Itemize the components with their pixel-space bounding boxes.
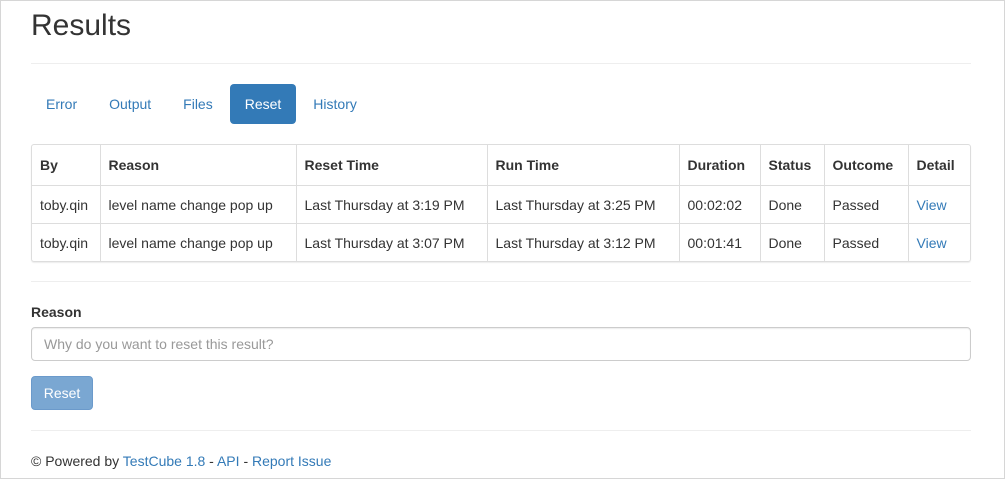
cell-reset-time: Last Thursday at 3:19 PM bbox=[296, 185, 488, 224]
tab-history[interactable]: History bbox=[298, 84, 372, 124]
reset-button[interactable]: Reset bbox=[31, 376, 93, 410]
page-title: Results bbox=[31, 9, 132, 42]
cell-outcome: Passed bbox=[824, 185, 909, 224]
testcube-link[interactable]: TestCube 1.8 bbox=[123, 453, 206, 469]
view-link[interactable]: View bbox=[917, 197, 947, 213]
api-link[interactable]: API bbox=[217, 453, 240, 469]
reset-history-table: By Reason Reset Time Run Time Duration S… bbox=[31, 144, 971, 262]
cell-detail: View bbox=[908, 224, 970, 262]
column-header-run-time: Run Time bbox=[487, 145, 680, 186]
tab-files[interactable]: Files bbox=[168, 84, 228, 124]
footer-copyright: © Powered by bbox=[31, 453, 120, 469]
result-tabs: Error Output Files Reset History bbox=[31, 84, 372, 124]
footer-separator: - bbox=[209, 453, 214, 469]
cell-detail: View bbox=[908, 185, 970, 224]
column-header-reset-time: Reset Time bbox=[296, 145, 488, 186]
column-header-detail: Detail bbox=[908, 145, 970, 186]
cell-duration: 00:02:02 bbox=[679, 185, 761, 224]
tab-error[interactable]: Error bbox=[31, 84, 92, 124]
footer: © Powered by TestCube 1.8 - API - Report… bbox=[31, 453, 331, 469]
cell-status: Done bbox=[760, 185, 825, 224]
cell-by: toby.qin bbox=[32, 223, 101, 261]
cell-reason: level name change pop up bbox=[100, 223, 297, 261]
form-divider bbox=[31, 281, 971, 282]
results-table: By Reason Reset Time Run Time Duration S… bbox=[32, 145, 970, 261]
column-header-duration: Duration bbox=[679, 145, 761, 186]
cell-outcome: Passed bbox=[824, 223, 909, 261]
tab-output[interactable]: Output bbox=[94, 84, 166, 124]
cell-run-time: Last Thursday at 3:25 PM bbox=[487, 185, 680, 224]
cell-run-time: Last Thursday at 3:12 PM bbox=[487, 223, 680, 261]
tab-reset[interactable]: Reset bbox=[229, 84, 297, 124]
footer-separator: - bbox=[243, 453, 249, 469]
view-link[interactable]: View bbox=[917, 235, 947, 251]
cell-reset-time: Last Thursday at 3:07 PM bbox=[296, 223, 488, 261]
header-divider bbox=[31, 63, 971, 64]
cell-reason: level name change pop up bbox=[100, 185, 297, 224]
column-header-by: By bbox=[32, 145, 101, 186]
reason-input[interactable] bbox=[31, 327, 971, 361]
footer-divider bbox=[31, 430, 971, 431]
reason-label: Reason bbox=[31, 304, 82, 320]
column-header-reason: Reason bbox=[100, 145, 297, 186]
cell-duration: 00:01:41 bbox=[679, 223, 761, 261]
cell-status: Done bbox=[760, 223, 825, 261]
column-header-outcome: Outcome bbox=[824, 145, 909, 186]
table-header-row: By Reason Reset Time Run Time Duration S… bbox=[32, 145, 970, 186]
report-issue-link[interactable]: Report Issue bbox=[252, 453, 331, 469]
table-row: toby.qin level name change pop up Last T… bbox=[32, 223, 970, 262]
table-row: toby.qin level name change pop up Last T… bbox=[32, 185, 970, 224]
column-header-status: Status bbox=[760, 145, 825, 186]
cell-by: toby.qin bbox=[32, 185, 101, 224]
